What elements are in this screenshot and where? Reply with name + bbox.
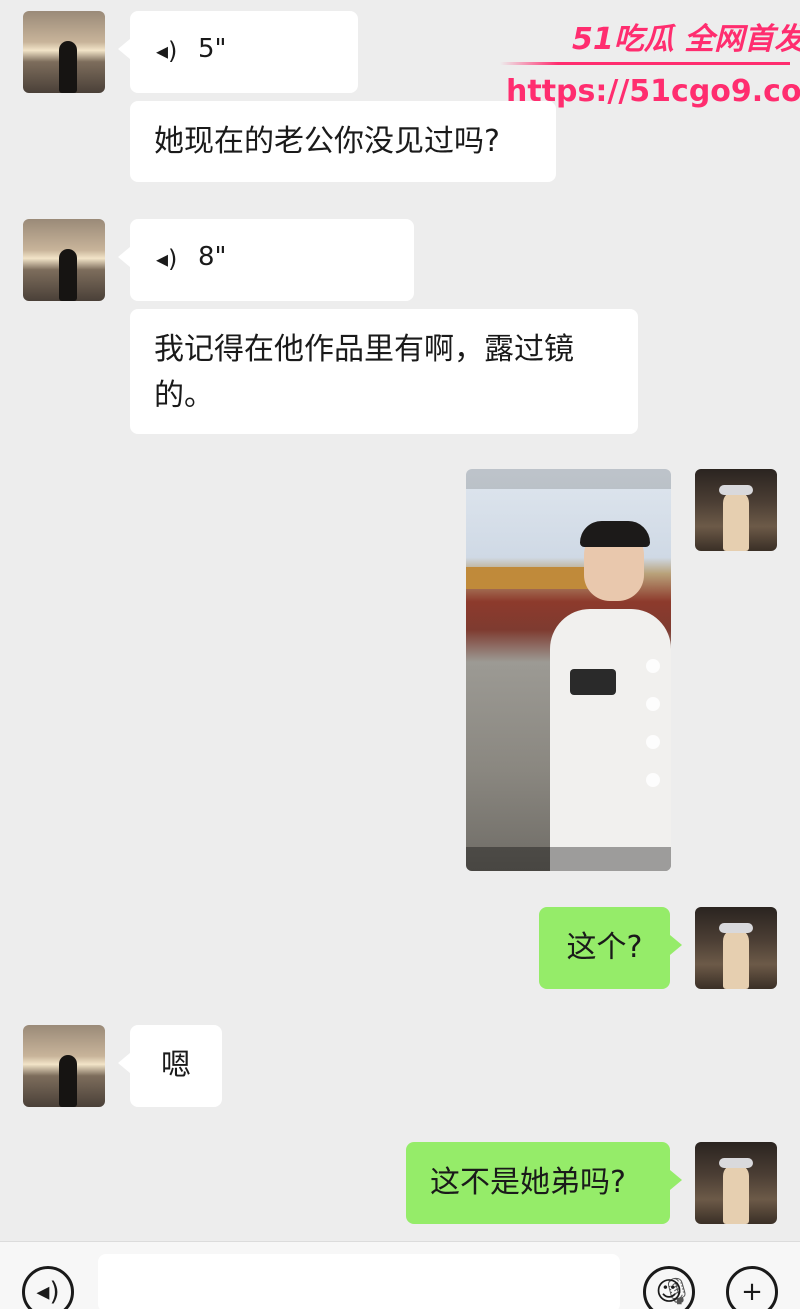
message-text: 这不是她弟吗? (430, 1165, 626, 1200)
voice-duration: 5" (198, 34, 227, 64)
contact-avatar[interactable] (23, 219, 105, 301)
watermark-title: 51吃瓜 全网首发 (572, 22, 800, 57)
person-hair (580, 521, 650, 547)
text-message-bubble[interactable]: 这个? (539, 907, 682, 989)
more-options-button[interactable]: + (726, 1266, 778, 1309)
message-text-line: 的。 (154, 378, 214, 413)
like-icon (646, 659, 660, 673)
voice-duration: 8" (198, 242, 227, 272)
video-top-bar (466, 469, 671, 489)
message-text: 嗯 (161, 1048, 191, 1083)
voice-wave-icon: ◂) (156, 37, 178, 65)
voice-wave-icon: ◂) (156, 245, 178, 273)
share-icon (646, 773, 660, 787)
voice-message-bubble[interactable]: ◂) 5" (118, 11, 358, 93)
self-avatar[interactable] (695, 907, 777, 989)
voice-input-button[interactable]: ◂) (22, 1266, 74, 1309)
message-text-line: 我记得在他作品里有啊，露过镜 (154, 332, 574, 367)
watermark-underline (500, 62, 790, 65)
voice-wave-icon: ◂) (36, 1277, 60, 1307)
voice-message-bubble[interactable]: ◂) 8" (118, 219, 414, 301)
video-bottom-bar (466, 847, 671, 871)
video-action-icons (644, 659, 662, 859)
contact-avatar[interactable] (23, 11, 105, 93)
smiley-icon: ☺ (655, 1277, 683, 1307)
input-bar: ◂) 🎙 ☺ + (0, 1241, 800, 1309)
contact-avatar[interactable] (23, 1025, 105, 1107)
self-avatar[interactable] (695, 1142, 777, 1224)
emoji-button[interactable]: ☺ (643, 1266, 695, 1309)
text-message-bubble[interactable]: 嗯 (118, 1025, 222, 1107)
text-message-bubble[interactable]: 我记得在他作品里有啊，露过镜 的。 (130, 309, 638, 434)
message-text: 她现在的老公你没见过吗? (154, 124, 500, 159)
chat-screen: 51吃瓜 全网首发 https://51cgo9.com ◂) 5" 她现在的老… (0, 0, 800, 1309)
message-input[interactable]: 🎙 (98, 1254, 693, 1309)
text-message-bubble[interactable]: 她现在的老公你没见过吗? (130, 101, 556, 182)
text-message-bubble[interactable]: 这不是她弟吗? (406, 1142, 682, 1224)
star-icon (646, 735, 660, 749)
phone-in-hand (570, 669, 616, 695)
comment-icon (646, 697, 660, 711)
self-avatar[interactable] (695, 469, 777, 551)
plus-icon: + (741, 1277, 763, 1307)
message-text: 这个? (566, 930, 643, 965)
image-message[interactable] (466, 469, 671, 871)
